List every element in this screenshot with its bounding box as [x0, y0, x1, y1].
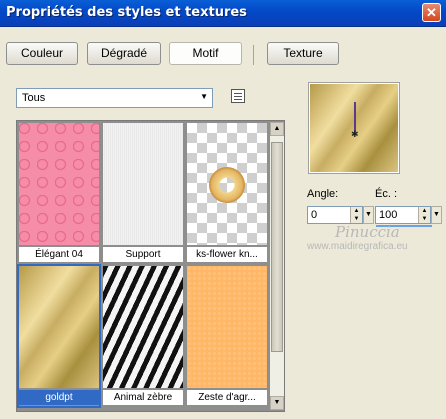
- gold-swatch: [19, 266, 99, 388]
- tab-motif[interactable]: Motif: [169, 42, 242, 65]
- title-bar: Propriétés des styles et textures ✕: [0, 0, 446, 27]
- orange-zest-swatch: [187, 266, 267, 388]
- pattern-tile[interactable]: Zeste d'agr...: [187, 266, 267, 406]
- window-title: Propriétés des styles et textures: [6, 5, 247, 20]
- angle-stepper[interactable]: ▲ ▼: [350, 207, 362, 223]
- scrollbar-thumb[interactable]: [271, 142, 283, 352]
- angle-input[interactable]: 0 ▲ ▼ ▼: [307, 206, 374, 224]
- white-linen-swatch: [103, 123, 183, 245]
- scroll-down-icon[interactable]: ▼: [270, 396, 284, 410]
- scale-label: Éc. :: [375, 188, 398, 200]
- pattern-name: ks-flower kn...: [187, 247, 267, 262]
- donut-image: [209, 167, 245, 203]
- angle-label: Angle:: [307, 188, 339, 200]
- zebra-swatch: [103, 266, 183, 388]
- pattern-tile[interactable]: Support: [103, 123, 183, 263]
- scale-dropdown-button[interactable]: ▼: [431, 206, 442, 224]
- pattern-grid: Élégant 04 Support ks-flower kn... goldp…: [16, 120, 285, 412]
- pink-swirl-swatch: [19, 123, 99, 245]
- category-select[interactable]: Tous ▼: [16, 88, 213, 108]
- close-button[interactable]: ✕: [422, 3, 441, 22]
- list-view-icon[interactable]: [231, 89, 245, 103]
- pattern-name: Animal zèbre: [103, 390, 183, 405]
- down-arrow-icon[interactable]: ▼: [351, 215, 362, 223]
- pattern-name: Zeste d'agr...: [187, 390, 267, 405]
- tab-degrade[interactable]: Dégradé: [87, 42, 161, 65]
- toolbar-separator: [253, 45, 254, 65]
- tab-couleur[interactable]: Couleur: [6, 42, 78, 65]
- pattern-name: Élégant 04: [19, 247, 99, 262]
- transparent-donut-swatch: [187, 123, 267, 245]
- up-arrow-icon[interactable]: ▲: [351, 207, 362, 215]
- tab-texture[interactable]: Texture: [267, 42, 339, 65]
- angle-value: 0: [311, 209, 318, 221]
- watermark-url: www.maidiregrafica.eu: [307, 241, 408, 252]
- category-select-value: Tous: [22, 92, 46, 104]
- angle-dropdown-button[interactable]: ▼: [363, 206, 374, 224]
- up-arrow-icon[interactable]: ▲: [419, 207, 430, 215]
- angle-needle: [354, 102, 356, 132]
- scroll-up-icon[interactable]: ▲: [270, 122, 284, 136]
- pivot-icon: ✱: [351, 129, 359, 139]
- down-arrow-icon[interactable]: ▼: [419, 215, 430, 223]
- scale-value: 100: [379, 209, 398, 221]
- chevron-down-icon[interactable]: ▼: [200, 92, 208, 101]
- pattern-scrollbar[interactable]: ▲ ▼: [270, 122, 284, 410]
- pattern-tile-selected[interactable]: goldpt: [17, 264, 101, 408]
- pattern-tile[interactable]: Élégant 04: [19, 123, 99, 263]
- watermark-name: Pinuccia: [335, 223, 400, 241]
- pattern-preview[interactable]: ✱: [309, 83, 399, 173]
- pattern-name: Support: [103, 247, 183, 262]
- scale-input[interactable]: 100 ▲ ▼ ▼: [375, 206, 442, 227]
- pattern-tile[interactable]: ks-flower kn...: [187, 123, 267, 263]
- pattern-tile[interactable]: Animal zèbre: [103, 266, 183, 406]
- scale-stepper[interactable]: ▲ ▼: [418, 207, 430, 223]
- pattern-name: goldpt: [19, 390, 99, 405]
